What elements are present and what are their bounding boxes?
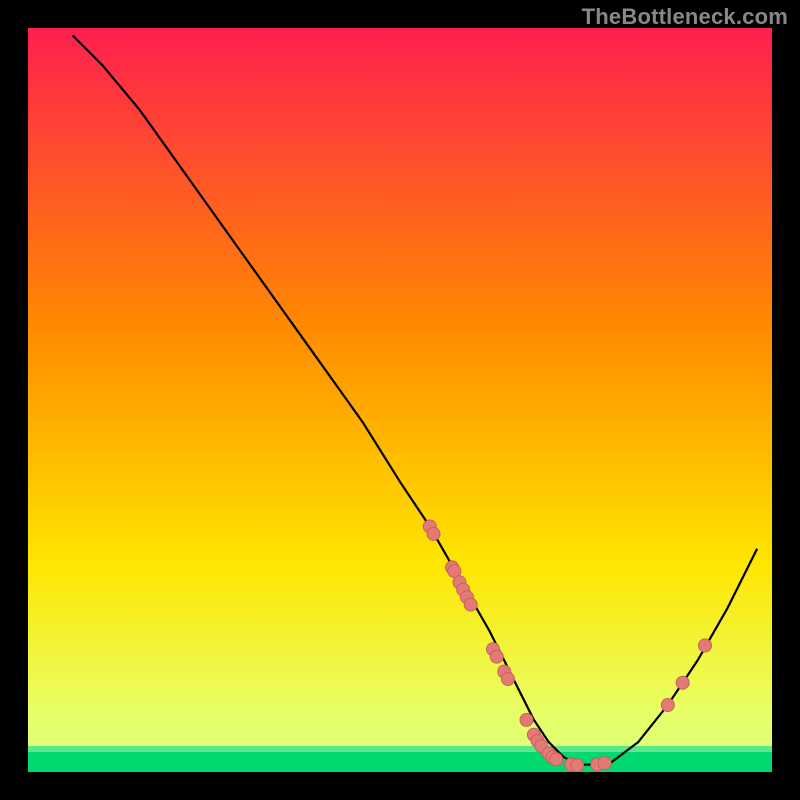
data-marker [520,713,533,726]
data-marker [676,676,689,689]
chart-frame: TheBottleneck.com [0,0,800,800]
data-marker [427,527,440,540]
bottom-green-fade [28,746,772,752]
data-marker [490,650,503,663]
plot-area [28,28,772,772]
data-marker [571,759,584,772]
data-marker [699,639,712,652]
gradient-background [28,28,772,772]
data-marker [550,753,563,766]
data-marker [661,699,674,712]
data-marker [598,757,611,770]
chart-svg [28,28,772,772]
bottom-green-band [28,752,772,772]
data-marker [464,598,477,611]
watermark-text: TheBottleneck.com [582,4,788,30]
data-marker [501,673,514,686]
